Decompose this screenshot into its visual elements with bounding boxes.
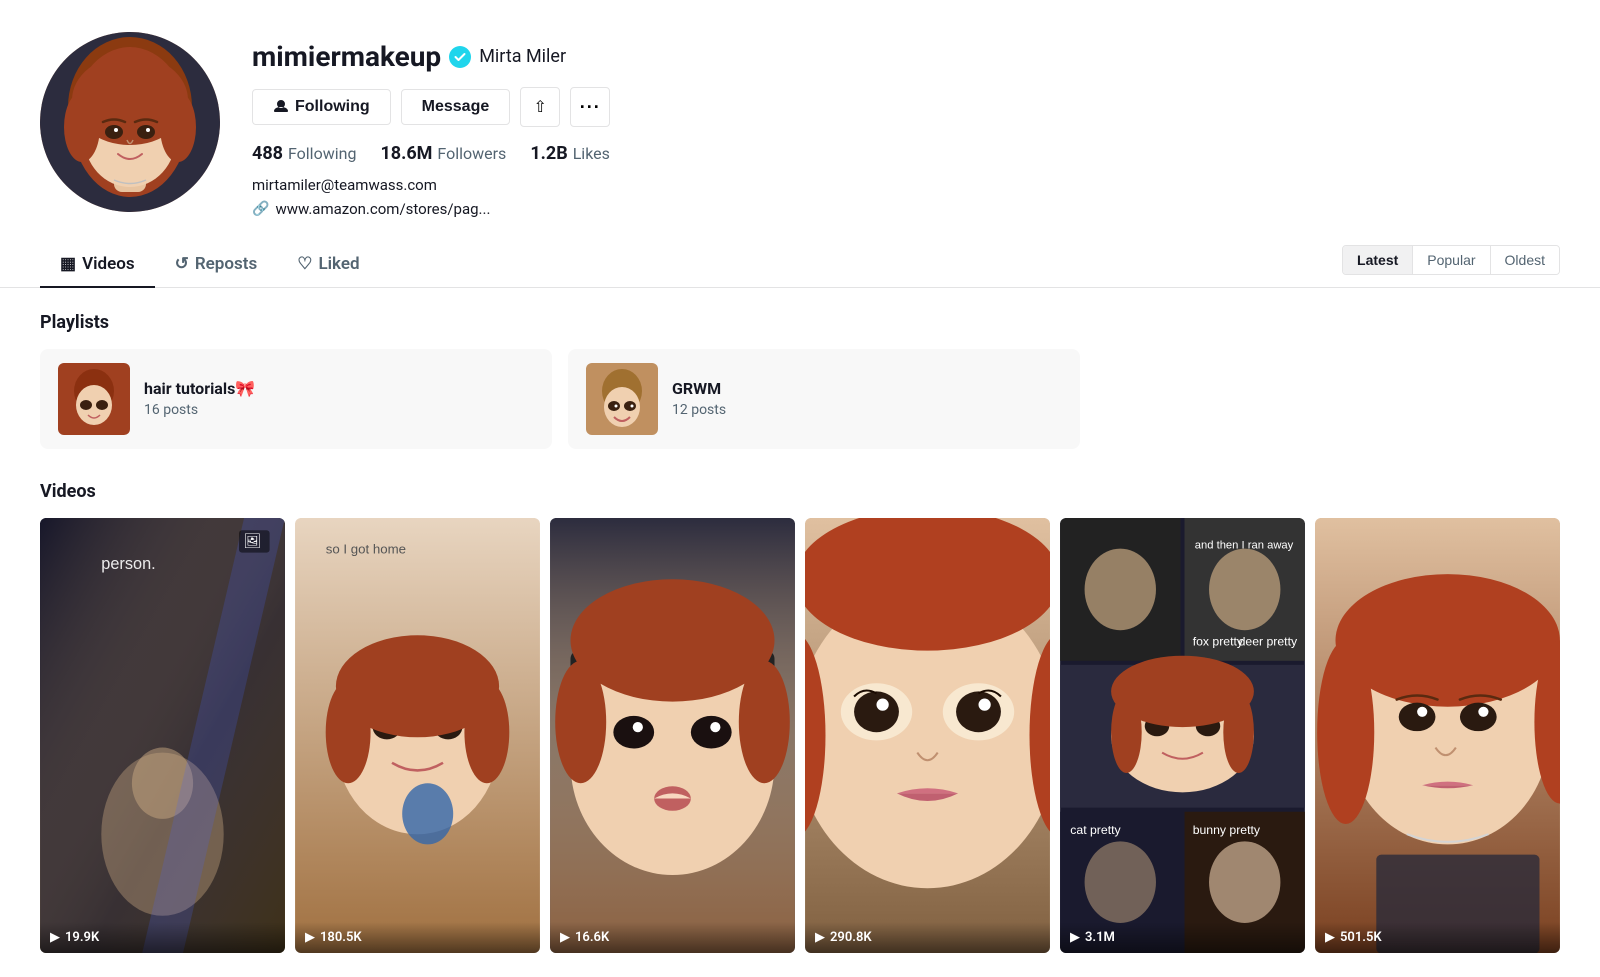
video-card-2[interactable]: ▶ 16.6K — [550, 518, 795, 954]
display-name: Mirta Miler — [479, 46, 566, 67]
link-text: www.amazon.com/stores/pag... — [275, 200, 490, 218]
video-card-4[interactable]: and then I ran away fox pretty deer pret… — [1060, 518, 1305, 954]
more-button[interactable]: ··· — [570, 87, 610, 127]
playlists-title: Playlists — [40, 312, 1560, 333]
followers-count: 18.6M — [380, 143, 432, 164]
play-icon-1: ▶ — [305, 930, 315, 945]
view-count-0: 19.9K — [65, 930, 99, 945]
stat-likes[interactable]: 1.2B Likes — [530, 143, 610, 164]
play-icon-4: ▶ — [1070, 930, 1080, 945]
tab-reposts[interactable]: ↺ Reposts — [155, 242, 278, 288]
stats-row: 488 Following 18.6M Followers 1.2B Likes — [252, 143, 1560, 164]
profile-header: mimiermakeup Mirta Miler Following Messa… — [0, 0, 1600, 218]
playlist-card-0[interactable]: hair tutorials🎀 16 posts — [40, 349, 552, 449]
share-icon: ⇧ — [534, 97, 547, 117]
playlist-count-0: 16 posts — [144, 402, 534, 418]
video-card-5[interactable]: ▶ 501.5K — [1315, 518, 1560, 954]
tab-liked-label: Liked — [318, 254, 359, 274]
sort-popular[interactable]: Popular — [1413, 246, 1490, 274]
svg-text:deer pretty: deer pretty — [1239, 634, 1298, 648]
tab-reposts-icon: ↺ — [175, 254, 189, 274]
playlist-card-1[interactable]: GRWM 12 posts — [568, 349, 1080, 449]
view-count-1: 180.5K — [320, 930, 362, 945]
tabs-section: ▦ Videos ↺ Reposts ♡ Liked Latest Popula… — [0, 242, 1600, 288]
link-icon: 🔗 — [252, 201, 269, 217]
username-row: mimiermakeup Mirta Miler — [252, 40, 1560, 73]
more-icon: ··· — [580, 97, 601, 118]
playlist-name-0: hair tutorials🎀 — [144, 379, 534, 398]
following-button[interactable]: Following — [252, 89, 391, 125]
username: mimiermakeup — [252, 40, 441, 73]
video-card-3[interactable]: ▶ 290.8K — [805, 518, 1050, 954]
followers-label: Followers — [437, 144, 506, 163]
sort-oldest[interactable]: Oldest — [1491, 246, 1559, 274]
sort-buttons: Latest Popular Oldest — [1342, 245, 1560, 275]
tab-videos-label: Videos — [82, 254, 135, 274]
playlist-thumb-0 — [58, 363, 130, 435]
view-count-4: 3.1M — [1085, 930, 1115, 945]
view-count-2: 16.6K — [575, 930, 609, 945]
video-overlay-1: ▶ 180.5K — [295, 922, 540, 953]
video-overlay-3: ▶ 290.8K — [805, 922, 1050, 953]
videos-grid: person. 🖼 ▶ 19.9K — [40, 518, 1560, 954]
following-count: 488 — [252, 143, 283, 164]
verified-badge — [449, 46, 471, 68]
svg-text:fox pretty: fox pretty — [1193, 634, 1244, 648]
playlist-thumb-1 — [586, 363, 658, 435]
video-overlay-0: ▶ 19.9K — [40, 922, 285, 953]
avatar — [40, 32, 220, 212]
tab-liked[interactable]: ♡ Liked — [277, 242, 379, 288]
stat-following[interactable]: 488 Following — [252, 143, 356, 164]
video-card-0[interactable]: person. 🖼 ▶ 19.9K — [40, 518, 285, 954]
share-button[interactable]: ⇧ — [520, 87, 560, 127]
video-overlay-4: ▶ 3.1M — [1060, 922, 1305, 953]
video-card-1[interactable]: so I got home ▶ 180.5K — [295, 518, 540, 954]
message-button[interactable]: Message — [401, 89, 511, 125]
play-icon-3: ▶ — [815, 930, 825, 945]
sort-latest[interactable]: Latest — [1343, 246, 1413, 274]
svg-text:🖼: 🖼 — [243, 533, 261, 549]
tab-reposts-label: Reposts — [195, 254, 257, 274]
tab-videos[interactable]: ▦ Videos — [40, 242, 155, 288]
videos-title: Videos — [40, 481, 1560, 502]
following-label: Following — [288, 144, 356, 163]
playlists-grid: hair tutorials🎀 16 posts GRWM — [40, 349, 1080, 449]
playlist-name-1: GRWM — [672, 379, 1062, 398]
play-icon-2: ▶ — [560, 930, 570, 945]
playlist-info-1: GRWM 12 posts — [672, 379, 1062, 418]
stat-followers[interactable]: 18.6M Followers — [380, 143, 506, 164]
video-overlay-2: ▶ 16.6K — [550, 922, 795, 953]
bio-link[interactable]: 🔗 www.amazon.com/stores/pag... — [252, 200, 1560, 218]
tab-videos-icon: ▦ — [60, 254, 76, 274]
view-count-5: 501.5K — [1340, 930, 1382, 945]
svg-text:and then I ran away: and then I ran away — [1195, 539, 1294, 551]
view-count-3: 290.8K — [830, 930, 872, 945]
tab-liked-icon: ♡ — [297, 254, 312, 274]
svg-text:person.: person. — [101, 555, 155, 573]
playlist-info-0: hair tutorials🎀 16 posts — [144, 379, 534, 418]
likes-count: 1.2B — [530, 143, 567, 164]
profile-info: mimiermakeup Mirta Miler Following Messa… — [252, 32, 1560, 218]
content-area: Playlists hair tutorials🎀 16 posts — [0, 288, 1600, 977]
likes-label: Likes — [573, 144, 610, 163]
play-icon-0: ▶ — [50, 930, 60, 945]
action-buttons: Following Message ⇧ ··· — [252, 87, 1560, 127]
bio-email: mirtamiler@teamwass.com — [252, 176, 1560, 194]
video-overlay-5: ▶ 501.5K — [1315, 922, 1560, 953]
playlist-count-1: 12 posts — [672, 402, 1062, 418]
play-icon-5: ▶ — [1325, 930, 1335, 945]
svg-text:so I got home: so I got home — [326, 541, 406, 556]
